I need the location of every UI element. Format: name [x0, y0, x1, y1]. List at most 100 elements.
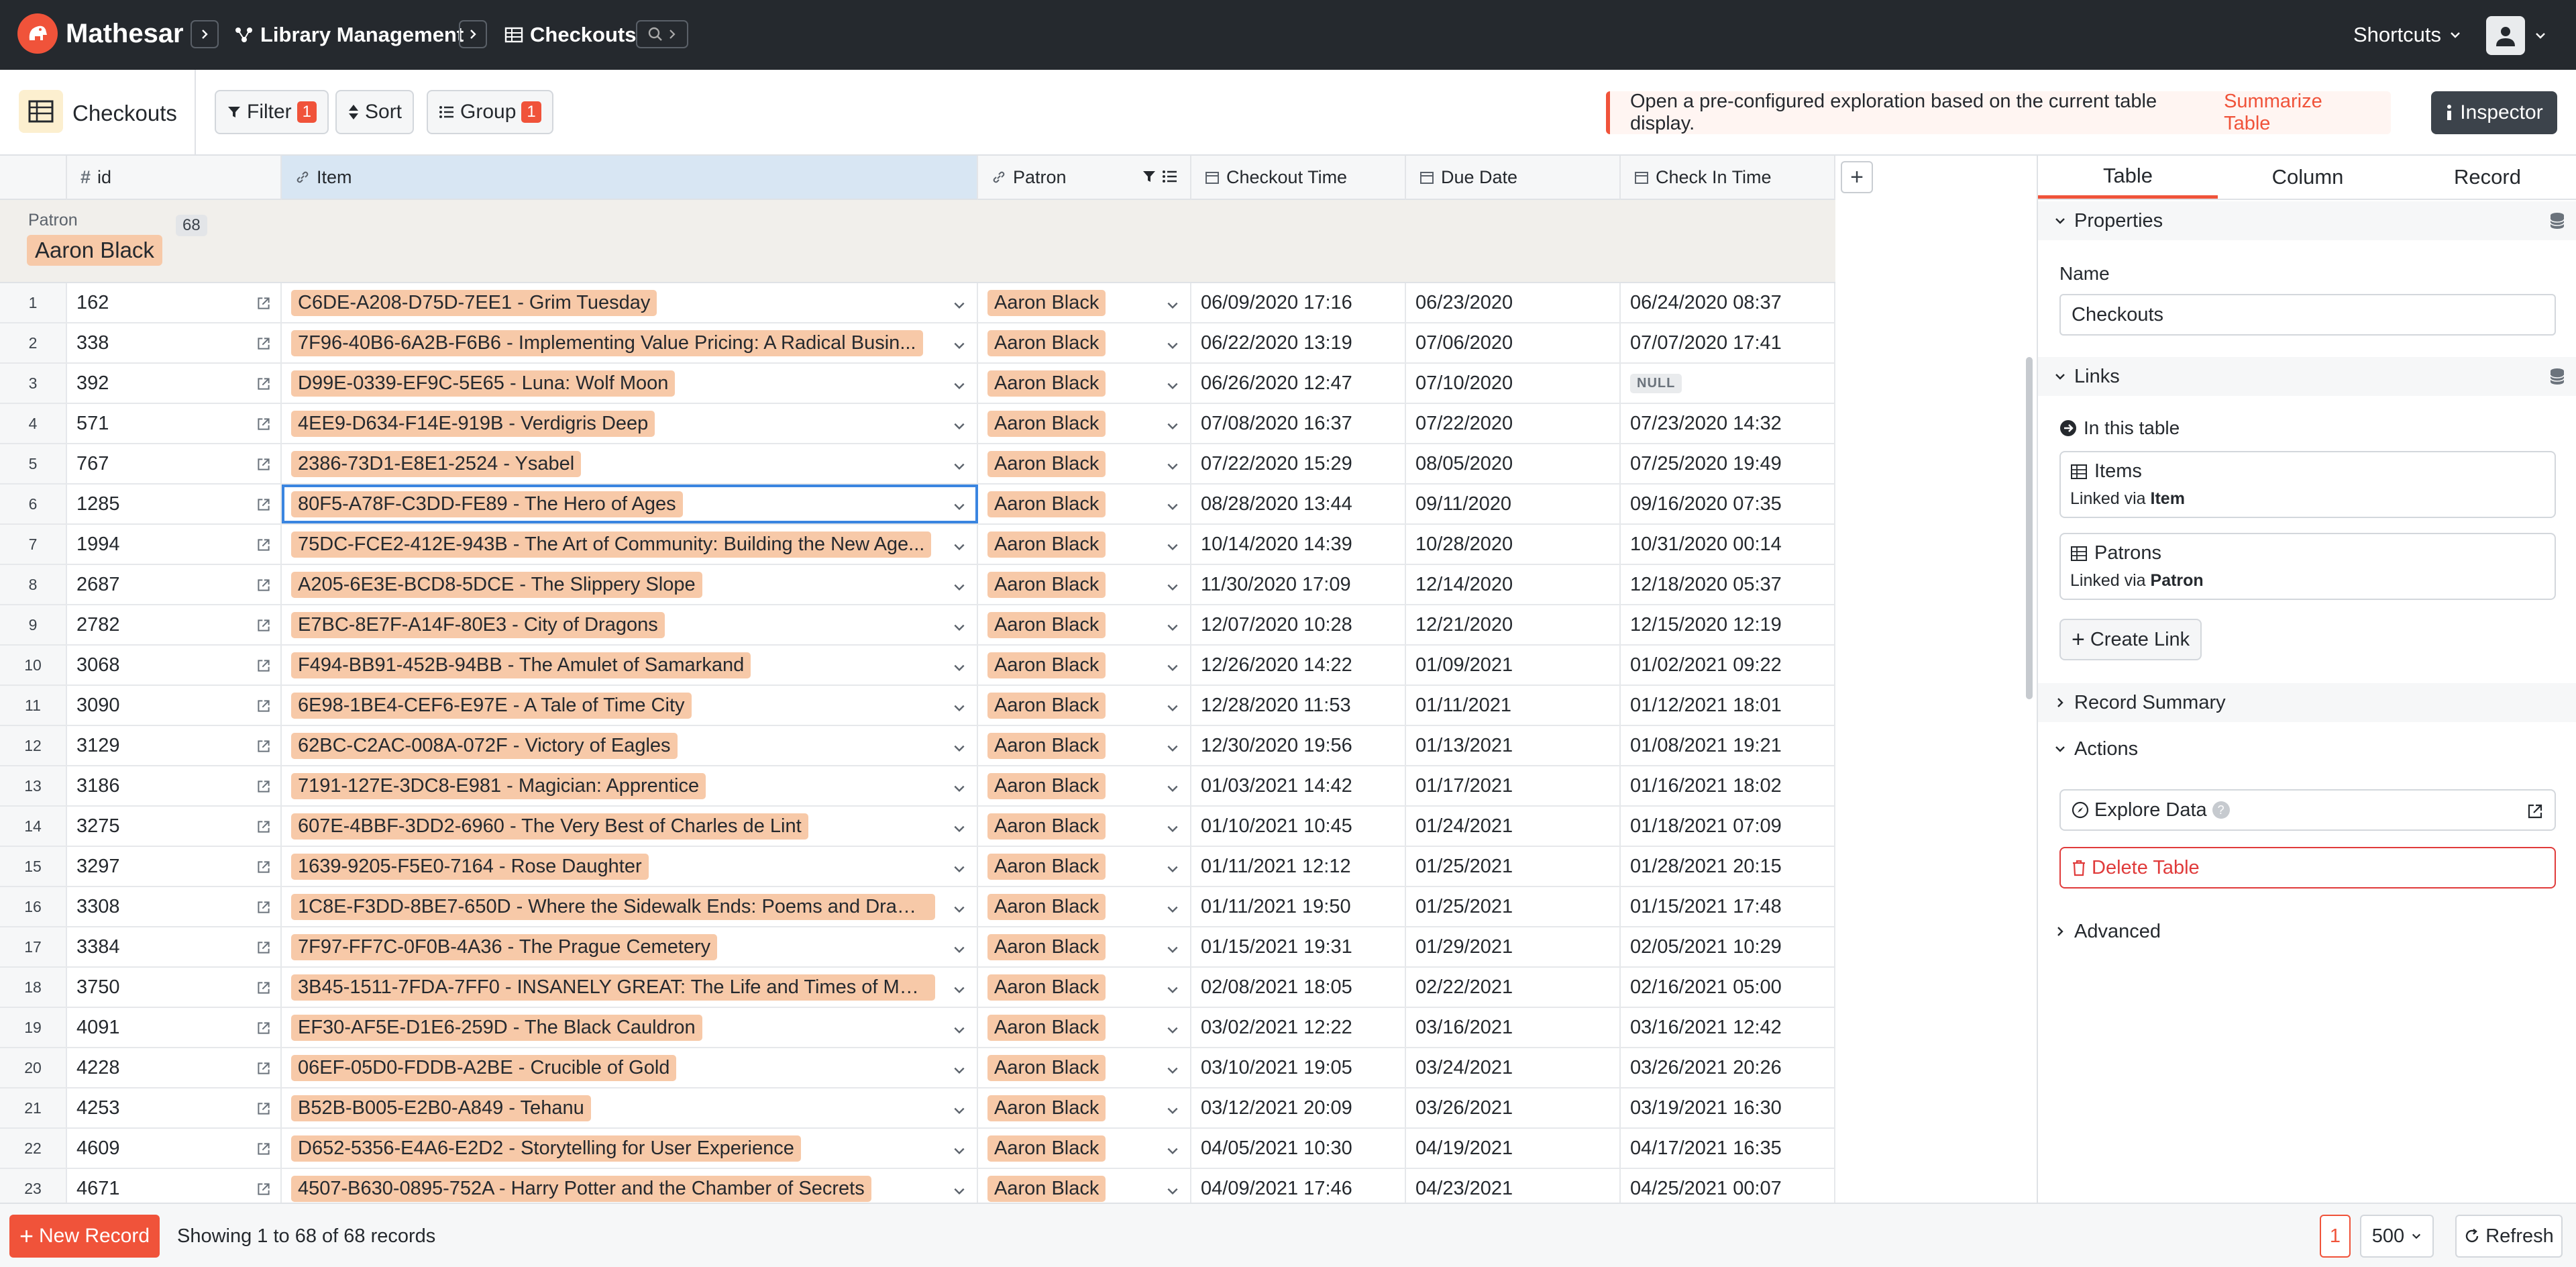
- cell-id[interactable]: 2687: [67, 565, 282, 604]
- cell-check-in-time[interactable]: 03/26/2021 20:26: [1621, 1048, 1835, 1087]
- chevron-down-icon[interactable]: [1166, 1181, 1179, 1203]
- table-row[interactable]: 6 1285 80F5-A78F-C3DD-FE89 - The Hero of A…: [0, 485, 1835, 525]
- column-header-item[interactable]: Item: [282, 156, 978, 200]
- cell-patron[interactable]: Aaron Black: [978, 525, 1191, 564]
- table-row[interactable]: 10 3068 F494-BB91-452B-94BB - The Amulet o…: [0, 646, 1835, 686]
- cell-check-in-time[interactable]: 03/16/2021 12:42: [1621, 1008, 1835, 1047]
- row-number[interactable]: 18: [0, 968, 67, 1007]
- open-record-icon[interactable]: [256, 817, 271, 840]
- open-record-icon[interactable]: [256, 616, 271, 638]
- cell-id[interactable]: 2782: [67, 605, 282, 644]
- breadcrumb-chevron-icon[interactable]: [191, 20, 219, 48]
- cell-check-in-time[interactable]: 07/25/2020 19:49: [1621, 444, 1835, 483]
- cell-item[interactable]: 607E-4BBF-3DD2-6960 - The Very Best of C…: [282, 807, 978, 846]
- table-row[interactable]: 9 2782 E7BC-8E7F-A14F-80E3 - City of Drago…: [0, 605, 1835, 646]
- open-record-icon[interactable]: [256, 334, 271, 356]
- row-number[interactable]: 19: [0, 1008, 67, 1047]
- cell-id[interactable]: 4253: [67, 1088, 282, 1127]
- chevron-down-icon[interactable]: [1166, 617, 1179, 640]
- chevron-down-icon[interactable]: [953, 980, 966, 1002]
- cell-checkout-time[interactable]: 01/11/2021 19:50: [1191, 887, 1406, 926]
- grid-scrollbar[interactable]: [2026, 357, 2033, 699]
- cell-item[interactable]: D652-5356-E4A6-E2D2 - Storytelling for U…: [282, 1129, 978, 1168]
- cell-patron[interactable]: Aaron Black: [978, 364, 1191, 403]
- open-record-icon[interactable]: [256, 1180, 271, 1202]
- chevron-down-icon[interactable]: [1166, 376, 1179, 398]
- delete-table-button[interactable]: Delete Table: [2059, 847, 2556, 889]
- cell-due-date[interactable]: 01/29/2021: [1406, 927, 1621, 966]
- cell-checkout-time[interactable]: 04/09/2021 17:46: [1191, 1169, 1406, 1203]
- cell-check-in-time[interactable]: 02/05/2021 10:29: [1621, 927, 1835, 966]
- cell-patron[interactable]: Aaron Black: [978, 807, 1191, 846]
- chevron-down-icon[interactable]: [953, 497, 966, 519]
- add-column-button[interactable]: +: [1841, 161, 1873, 193]
- chevron-down-icon[interactable]: [1166, 1141, 1179, 1163]
- cell-due-date[interactable]: 03/26/2021: [1406, 1088, 1621, 1127]
- cell-checkout-time[interactable]: 10/14/2020 14:39: [1191, 525, 1406, 564]
- chevron-down-icon[interactable]: [1166, 295, 1179, 317]
- chevron-down-icon[interactable]: [953, 940, 966, 962]
- cell-checkout-time[interactable]: 12/30/2020 19:56: [1191, 726, 1406, 765]
- breadcrumb-table[interactable]: Checkouts: [504, 23, 636, 47]
- open-record-icon[interactable]: [256, 1139, 271, 1162]
- cell-checkout-time[interactable]: 11/30/2020 17:09: [1191, 565, 1406, 604]
- cell-due-date[interactable]: 03/24/2021: [1406, 1048, 1621, 1087]
- cell-checkout-time[interactable]: 12/28/2020 11:53: [1191, 686, 1406, 725]
- open-record-icon[interactable]: [256, 1099, 271, 1121]
- chevron-down-icon[interactable]: [953, 1141, 966, 1163]
- cell-item[interactable]: 7F97-FF7C-0F0B-4A36 - The Prague Cemeter…: [282, 927, 978, 966]
- cell-item[interactable]: 4EE9-D634-F14E-919B - Verdigris Deep: [282, 404, 978, 443]
- cell-id[interactable]: 162: [67, 283, 282, 322]
- cell-patron[interactable]: Aaron Black: [978, 1169, 1191, 1203]
- cell-patron[interactable]: Aaron Black: [978, 565, 1191, 604]
- chevron-down-icon[interactable]: [953, 456, 966, 478]
- row-number[interactable]: 7: [0, 525, 67, 564]
- row-number[interactable]: 3: [0, 364, 67, 403]
- cell-due-date[interactable]: 03/16/2021: [1406, 1008, 1621, 1047]
- cell-item[interactable]: 7F96-40B6-6A2B-F6B6 - Implementing Value…: [282, 323, 978, 362]
- cell-item[interactable]: 4507-B630-0895-752A - Harry Potter and t…: [282, 1169, 978, 1203]
- cell-checkout-time[interactable]: 06/09/2020 17:16: [1191, 283, 1406, 322]
- cell-patron[interactable]: Aaron Black: [978, 646, 1191, 685]
- chevron-down-icon[interactable]: [953, 295, 966, 317]
- cell-patron[interactable]: Aaron Black: [978, 605, 1191, 644]
- chevron-down-icon[interactable]: [1166, 899, 1179, 921]
- open-record-icon[interactable]: [256, 898, 271, 920]
- table-row[interactable]: 3 392 D99E-0339-EF9C-5E65 - Luna: Wolf Moo…: [0, 364, 1835, 404]
- row-number[interactable]: 21: [0, 1088, 67, 1127]
- cell-due-date[interactable]: 01/09/2021: [1406, 646, 1621, 685]
- row-number[interactable]: 11: [0, 686, 67, 725]
- row-number[interactable]: 15: [0, 847, 67, 886]
- cell-checkout-time[interactable]: 01/10/2021 10:45: [1191, 807, 1406, 846]
- row-number[interactable]: 16: [0, 887, 67, 926]
- cell-id[interactable]: 3308: [67, 887, 282, 926]
- cell-item[interactable]: 2386-73D1-E8E1-2524 - Ysabel: [282, 444, 978, 483]
- cell-id[interactable]: 3297: [67, 847, 282, 886]
- row-number[interactable]: 20: [0, 1048, 67, 1087]
- chevron-down-icon[interactable]: [1166, 819, 1179, 841]
- table-row[interactable]: 18 3750 3B45-1511-7FDA-7FF0 - INSANELY GRE…: [0, 968, 1835, 1008]
- cell-due-date[interactable]: 08/05/2020: [1406, 444, 1621, 483]
- cell-due-date[interactable]: 04/23/2021: [1406, 1169, 1621, 1203]
- row-number[interactable]: 5: [0, 444, 67, 483]
- row-number[interactable]: 14: [0, 807, 67, 846]
- chevron-down-icon[interactable]: [1166, 940, 1179, 962]
- row-number[interactable]: 2: [0, 323, 67, 362]
- row-number[interactable]: 10: [0, 646, 67, 685]
- chevron-down-icon[interactable]: [1166, 1060, 1179, 1082]
- table-row[interactable]: 17 3384 7F97-FF7C-0F0B-4A36 - The Prague C…: [0, 927, 1835, 968]
- cell-patron[interactable]: Aaron Black: [978, 323, 1191, 362]
- chevron-down-icon[interactable]: [1166, 1101, 1179, 1123]
- row-number[interactable]: 1: [0, 283, 67, 322]
- filter-button[interactable]: Filter 1: [215, 90, 329, 134]
- row-number[interactable]: 13: [0, 766, 67, 805]
- cell-patron[interactable]: Aaron Black: [978, 887, 1191, 926]
- table-row[interactable]: 13 3186 7191-127E-3DC8-E981 - Magician: Ap…: [0, 766, 1835, 807]
- cell-patron[interactable]: Aaron Black: [978, 1129, 1191, 1168]
- chevron-down-icon[interactable]: [953, 416, 966, 438]
- cell-id[interactable]: 4609: [67, 1129, 282, 1168]
- chevron-down-icon[interactable]: [953, 819, 966, 841]
- cell-item[interactable]: 7191-127E-3DC8-E981 - Magician: Apprenti…: [282, 766, 978, 805]
- cell-checkout-time[interactable]: 08/28/2020 13:44: [1191, 485, 1406, 523]
- table-row[interactable]: 8 2687 A205-6E3E-BCD8-5DCE - The Slippery …: [0, 565, 1835, 605]
